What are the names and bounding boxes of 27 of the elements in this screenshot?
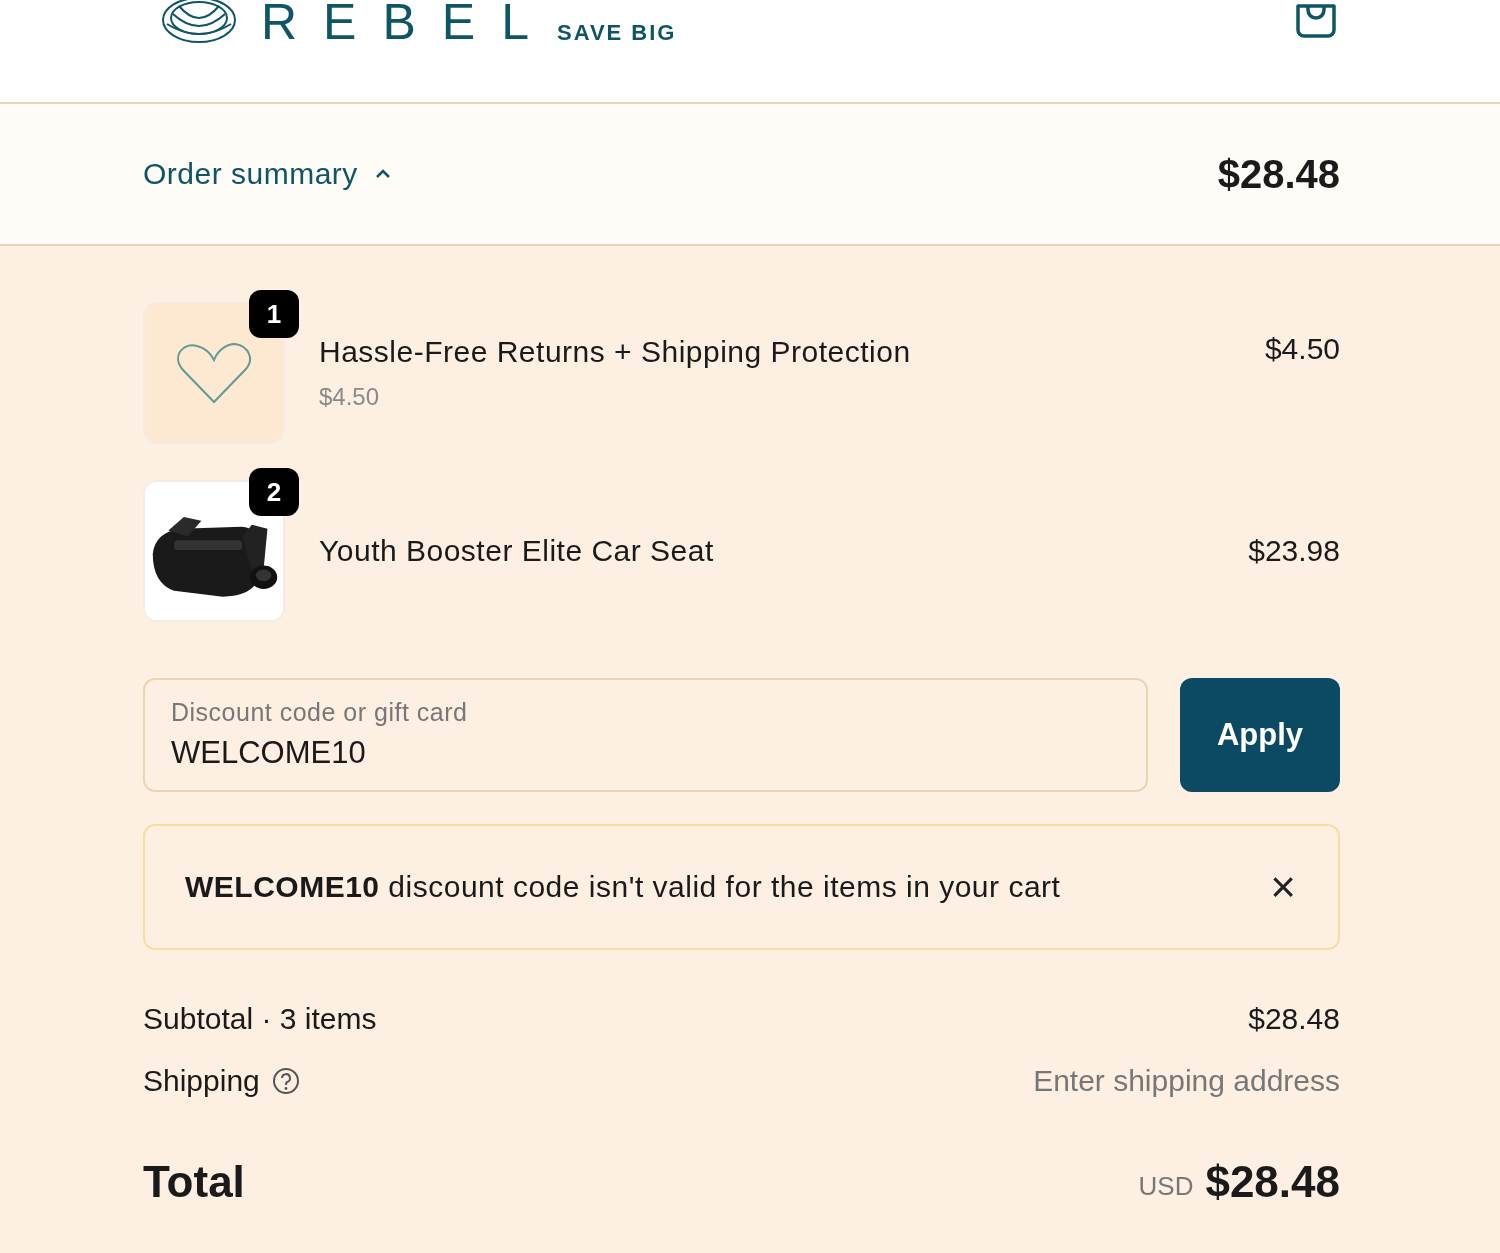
item-price: $23.98 [1248,534,1340,568]
shipping-label: Shipping [143,1064,260,1098]
item-name: Hassle-Free Returns + Shipping Protection [319,335,912,369]
total-label: Total [143,1157,245,1207]
brand-name: REBEL [261,0,555,46]
heart-icon [175,340,253,406]
brand-tagline: SAVE BIG [556,20,677,46]
subtotal-value: $28.48 [1248,1002,1340,1036]
shipping-value: Enter shipping address [1033,1064,1340,1098]
currency-code: USD [1138,1170,1194,1202]
subtotal-label: Subtotal · 3 items [143,1002,377,1036]
apply-button[interactable]: Apply [1180,678,1340,792]
total-value: $28.48 [1205,1157,1340,1207]
code-input[interactable]: WELCOME10 [171,735,1120,771]
alert-message: WELCOME10 discount code isn't valid for the items in your cart [185,870,1061,904]
item-name: Youth Booster Elite Car Seat [319,534,715,568]
logo-icon [159,0,239,46]
order-summary-toggle[interactable]: Order summary [143,157,392,191]
field-label: Discount code or gift card [171,698,469,727]
help-icon[interactable] [271,1067,300,1095]
quantity-badge: 1 [249,290,299,338]
quantity-badge: 2 [249,468,299,516]
close-button[interactable]: × [1264,865,1302,909]
summary-total: $28.48 [1217,151,1340,197]
item-unit-price: $4.50 [319,383,381,411]
discount-code-field[interactable]: Discount code or gift card WELCOME10 [143,678,1148,792]
item-price: $4.50 [1264,332,1340,366]
